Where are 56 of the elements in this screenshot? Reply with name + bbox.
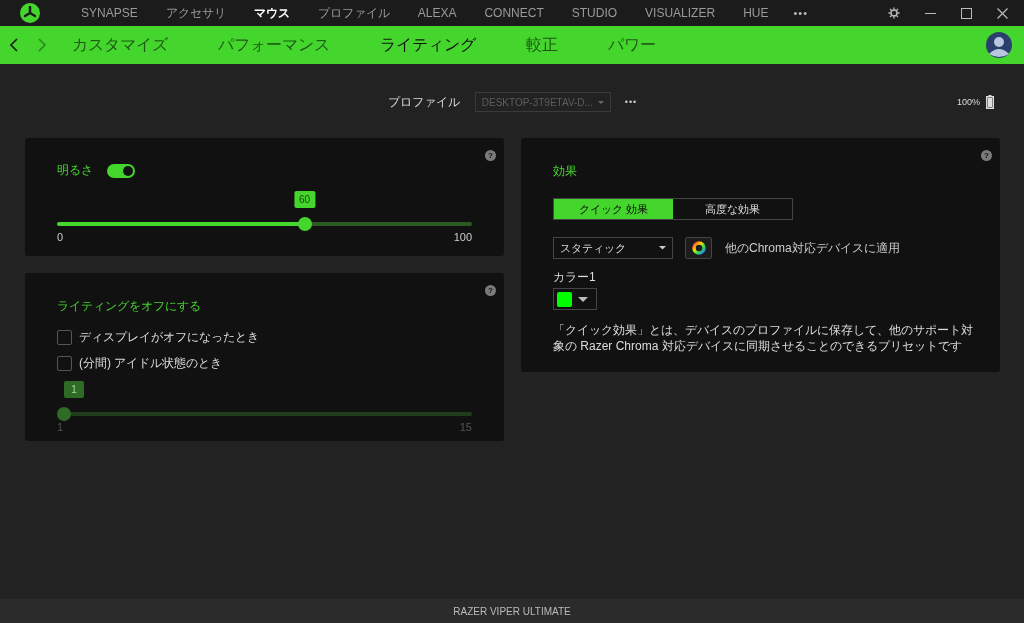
nav-tab[interactable]: SYNAPSE — [72, 0, 147, 26]
section-tab[interactable]: 較正 — [526, 34, 558, 56]
nav-tab[interactable]: CONNECT — [475, 0, 553, 26]
nav-tab[interactable]: プロファイル — [308, 0, 399, 26]
settings-icon[interactable] — [888, 7, 900, 19]
nav-tab[interactable]: VISUALIZER — [636, 0, 725, 26]
effect-description: 「クイック効果」とは、デバイスのプロファイルに保存して、他のサポート対象の Razer Chroma 対応デバイスに同期させることのできるプリセットです — [553, 322, 974, 354]
section-title: 効果 — [553, 163, 578, 180]
toggle-switch[interactable] — [107, 163, 135, 178]
profile-label: プロファイル — [387, 93, 460, 111]
checkbox-label: (分間) アイドル状態のとき — [79, 355, 223, 372]
brightness-label: 明るさ — [57, 162, 93, 179]
back-icon[interactable] — [10, 38, 18, 52]
nav-tab[interactable]: アクセサリ — [156, 0, 235, 26]
logo-icon[interactable] — [20, 3, 40, 23]
section-tab[interactable]: ライティング — [380, 34, 476, 56]
checkbox[interactable] — [57, 330, 72, 345]
slider-value: 1 — [64, 381, 84, 398]
apply-label: 他のChroma対応デバイスに適用 — [725, 239, 900, 257]
nav-tab[interactable]: マウス — [244, 0, 299, 26]
slider-min: 0 — [57, 231, 64, 243]
avatar-icon[interactable] — [986, 32, 1012, 58]
section-tab[interactable]: カスタマイズ — [72, 34, 168, 56]
more-menu[interactable]: ••• — [624, 97, 638, 107]
nav-tab[interactable]: HUE — [734, 0, 778, 26]
effect-dropdown[interactable]: スタティック — [553, 237, 673, 259]
checkbox-label: ディスプレイがオフになったとき — [79, 329, 259, 346]
more-menu[interactable]: ••• — [793, 7, 809, 19]
battery-level: 100% — [956, 97, 980, 107]
slider-max: 100 — [453, 231, 472, 243]
section-tab[interactable]: パワー — [608, 34, 656, 56]
color-label: カラー1 — [553, 269, 597, 286]
chroma-button[interactable] — [685, 237, 712, 259]
caret-icon — [578, 296, 588, 302]
nav-tab[interactable]: STUDIO — [562, 0, 627, 26]
section-title: ライティングをオフにする — [57, 298, 202, 315]
slider-track[interactable] — [57, 217, 472, 231]
close-icon[interactable] — [997, 7, 1008, 19]
help-icon[interactable]: ? — [485, 150, 496, 161]
slider-thumb[interactable] — [297, 217, 312, 231]
section-tab[interactable]: パフォーマンス — [218, 34, 330, 56]
caret-icon — [597, 100, 604, 104]
help-icon[interactable]: ? — [485, 285, 496, 296]
slider-min: 1 — [57, 421, 64, 433]
slider-max: 15 — [459, 421, 472, 433]
checkbox[interactable] — [57, 356, 72, 371]
color-wheel-icon — [691, 241, 706, 255]
slider-value: 60 — [294, 191, 316, 208]
color-picker[interactable] — [553, 288, 597, 310]
nav-tab[interactable]: ALEXA — [408, 0, 466, 26]
battery-icon — [986, 95, 994, 109]
maximize-icon[interactable] — [961, 7, 972, 19]
caret-icon — [659, 246, 666, 250]
device-name: RAZER VIPER ULTIMATE — [453, 605, 571, 617]
help-icon[interactable]: ? — [981, 150, 992, 161]
effect-tab[interactable]: クイック 効果 — [554, 199, 673, 219]
